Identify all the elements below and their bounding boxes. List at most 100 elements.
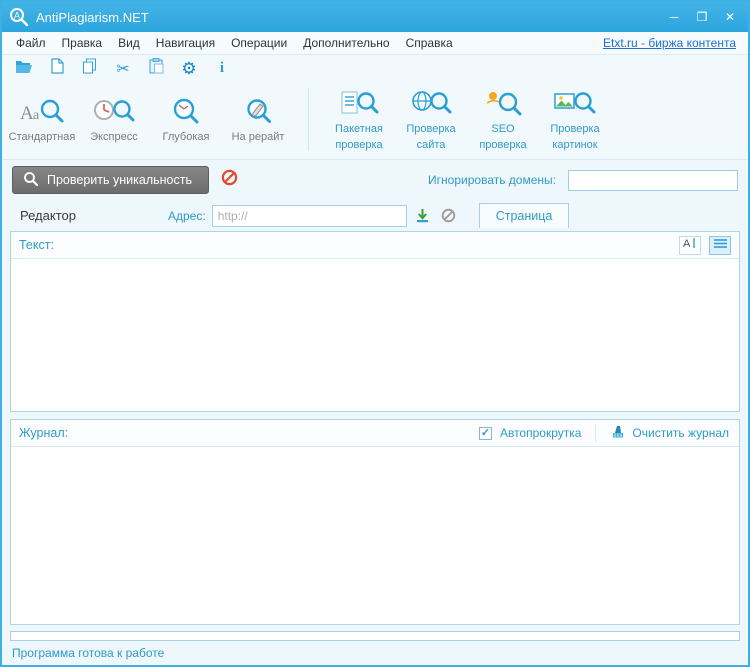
toolbar-button-site-check[interactable]: Проверка сайта [395,84,467,155]
toolbar-button-label: Проверка [406,123,455,136]
stop-check-icon[interactable] [221,169,238,191]
search-icon [23,171,39,190]
check-uniqueness-button[interactable]: Проверить уникальность [12,166,209,194]
toolbar-button-label2: картинок [552,139,597,152]
new-document-icon [51,58,64,79]
express-check-icon [91,96,137,128]
info-button[interactable]: i [212,58,232,80]
text-panel: Текст: A [10,231,740,412]
quick-toolbar: ✂ ⚙ i [2,55,748,82]
check-modes-group: A a Стандартная [6,84,294,155]
toolbar-button-rewrite[interactable]: На рерайт [222,84,294,155]
cut-button[interactable]: ✂ [113,58,133,80]
status-bar: Программа готова к работе [2,641,748,665]
progress-bar [10,631,740,641]
header-separator [595,424,596,442]
address-row: Редактор Адрес: Страница [2,200,748,231]
check-row: Проверить уникальность Игнорировать доме… [2,160,748,200]
toolbar-button-seo-check[interactable]: SEO проверка [467,84,539,155]
window-controls: ─ ❐ ✕ [662,7,742,27]
cancel-download-icon[interactable] [439,206,459,226]
toolbar-button-express[interactable]: Экспресс [78,84,150,155]
log-panel: Журнал: ✓ Автопрокрутка Очистить журнал [10,419,740,625]
toolbar-button-label: Проверка [550,123,599,136]
settings-button[interactable]: ⚙ [179,58,199,80]
toolbar-button-deep[interactable]: Глубокая [150,84,222,155]
app-logo-icon: A [8,6,30,28]
toolbar-button-label: Экспресс [90,131,138,144]
menu-item-file[interactable]: Файл [8,34,54,52]
svg-text:A: A [14,11,20,21]
deep-check-icon [163,96,209,128]
seo-check-icon [480,88,526,120]
text-editor-area[interactable] [11,259,739,411]
autoscroll-label: Автопрокрутка [500,426,581,440]
toolbar-button-label: SEO [491,123,514,136]
paste-button[interactable] [146,58,166,80]
check-types-group: Пакетная проверка Проверка сайта [323,84,611,155]
toolbar-button-label2: проверка [335,139,382,152]
toolbar-button-batch-check[interactable]: Пакетная проверка [323,84,395,155]
text-panel-header: Текст: A [11,232,739,259]
log-panel-title: Журнал: [19,426,68,440]
status-text: Программа готова к работе [12,646,164,660]
address-input[interactable] [212,205,407,227]
app-window: A AntiPlagiarism.NET ─ ❐ ✕ Файл Правка В… [0,0,750,667]
check-uniqueness-label: Проверить уникальность [47,173,192,187]
toolbar-button-label: Глубокая [163,131,210,144]
menu-bar: Файл Правка Вид Навигация Операции Допол… [2,32,748,55]
open-folder-icon [15,59,33,79]
titlebar: A AntiPlagiarism.NET ─ ❐ ✕ [2,2,748,32]
text-panel-title: Текст: [19,238,54,252]
window-title: AntiPlagiarism.NET [36,10,662,25]
list-lines-icon [714,236,727,254]
batch-check-icon [336,88,382,120]
close-button[interactable]: ✕ [718,7,742,27]
scissors-icon: ✂ [116,59,129,79]
log-panel-header: Журнал: ✓ Автопрокрутка Очистить журнал [11,420,739,447]
svg-text:A: A [683,238,691,249]
tab-editor[interactable]: Редактор [12,208,162,223]
site-check-icon [408,88,454,120]
copy-button[interactable] [80,58,100,80]
clear-log-button[interactable]: Очистить журнал [610,424,731,442]
info-icon: i [220,60,224,77]
toolbar-button-standard[interactable]: A a Стандартная [6,84,78,155]
log-output-area [11,447,739,624]
address-label: Адрес: [168,209,206,223]
toolbar-separator [308,88,309,151]
toolbar-button-label: Пакетная [335,123,383,136]
toolbar-button-label: Стандартная [9,131,76,144]
text-view-button[interactable] [709,236,731,255]
tab-page[interactable]: Страница [479,203,570,228]
menu-item-view[interactable]: Вид [110,34,148,52]
menu-item-edit[interactable]: Правка [54,34,111,52]
menu-item-operations[interactable]: Операции [223,34,295,52]
spellcheck-button[interactable]: A [679,236,701,255]
menu-item-help[interactable]: Справка [398,34,461,52]
maximize-button[interactable]: ❐ [690,7,714,27]
menu-item-navigation[interactable]: Навигация [148,34,223,52]
svg-text:A: A [20,103,34,124]
open-folder-button[interactable] [14,58,34,80]
gear-icon: ⚙ [181,59,196,79]
toolbar-button-label: На рерайт [232,131,285,144]
image-check-icon [552,88,598,120]
eraser-icon [610,424,626,442]
download-page-icon[interactable] [413,206,433,226]
copy-icon [82,58,98,79]
menu-item-extra[interactable]: Дополнительно [295,34,397,52]
autoscroll-checkbox[interactable]: ✓ [479,427,492,440]
letter-cursor-icon: A [683,236,697,254]
main-toolbar: A a Стандартная [2,82,748,160]
toolbar-button-label2: проверка [479,139,526,152]
minimize-button[interactable]: ─ [662,7,686,27]
ignore-domains-input[interactable] [568,170,738,191]
paste-icon [149,58,164,79]
etxt-link[interactable]: Etxt.ru - биржа контента [603,36,742,50]
rewrite-check-icon [235,96,281,128]
new-document-button[interactable] [47,58,67,80]
ignore-domains-label: Игнорировать домены: [428,173,556,187]
toolbar-button-image-check[interactable]: Проверка картинок [539,84,611,155]
svg-text:a: a [33,108,40,123]
